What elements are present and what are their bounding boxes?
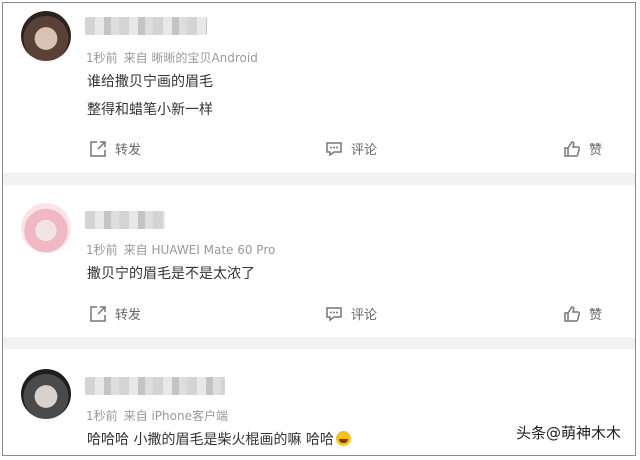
comment-text-content: 哈哈哈 小撒的眉毛是柴火棍画的嘛 哈哈: [87, 432, 334, 448]
watermark: 头条@萌神木木: [515, 424, 621, 442]
comment-label: 评论: [351, 308, 378, 323]
username-blurred[interactable]: [85, 211, 165, 229]
avatar[interactable]: [21, 11, 71, 61]
comment-icon: [326, 141, 342, 156]
like-button[interactable]: 赞: [563, 139, 602, 158]
like-label: 赞: [589, 308, 603, 323]
divider: [3, 173, 635, 185]
comment-source: 来自 晰晰的宝贝Android: [123, 51, 258, 65]
comment-feed: 1秒前 来自 晰晰的宝贝Android 谁给撒贝宁画的眉毛 整得和蜡笔小新一样 转…: [2, 2, 636, 456]
comment-label: 评论: [351, 143, 378, 158]
avatar[interactable]: [21, 369, 71, 419]
repost-icon: [90, 140, 106, 157]
like-icon: [564, 305, 581, 322]
repost-icon: [90, 305, 106, 322]
comment-icon: [326, 306, 342, 321]
comment-time: 1秒前: [86, 51, 118, 65]
like-button[interactable]: 赞: [563, 304, 602, 323]
username-blurred[interactable]: [85, 377, 225, 395]
comment-meta: 1秒前 来自 HUAWEI Mate 60 Pro: [86, 241, 275, 258]
repost-button[interactable]: 转发: [89, 139, 141, 158]
repost-label: 转发: [115, 143, 142, 158]
divider: [3, 337, 635, 349]
comment-meta: 1秒前 来自 晰晰的宝贝Android: [86, 49, 258, 66]
comment-text: 整得和蜡笔小新一样: [87, 102, 213, 118]
comment-time: 1秒前: [86, 409, 118, 423]
comment-time: 1秒前: [86, 243, 118, 257]
username-blurred[interactable]: [85, 17, 207, 35]
repost-label: 转发: [115, 308, 142, 323]
comment-source: 来自 iPhone客户端: [123, 409, 228, 423]
comment-text: 撒贝宁的眉毛是不是太浓了: [87, 266, 255, 282]
comment-text: 哈哈哈 小撒的眉毛是柴火棍画的嘛 哈哈: [87, 429, 351, 449]
laughing-emoji-icon: [335, 431, 351, 446]
repost-button[interactable]: 转发: [89, 304, 141, 323]
comment-button[interactable]: 评论: [325, 304, 377, 323]
avatar[interactable]: [21, 203, 71, 253]
like-icon: [564, 140, 581, 157]
comment-source: 来自 HUAWEI Mate 60 Pro: [123, 243, 276, 257]
like-label: 赞: [589, 143, 603, 158]
comment-meta: 1秒前 来自 iPhone客户端: [86, 407, 228, 424]
comment-text: 谁给撒贝宁画的眉毛: [87, 74, 213, 90]
comment-button[interactable]: 评论: [325, 139, 377, 158]
